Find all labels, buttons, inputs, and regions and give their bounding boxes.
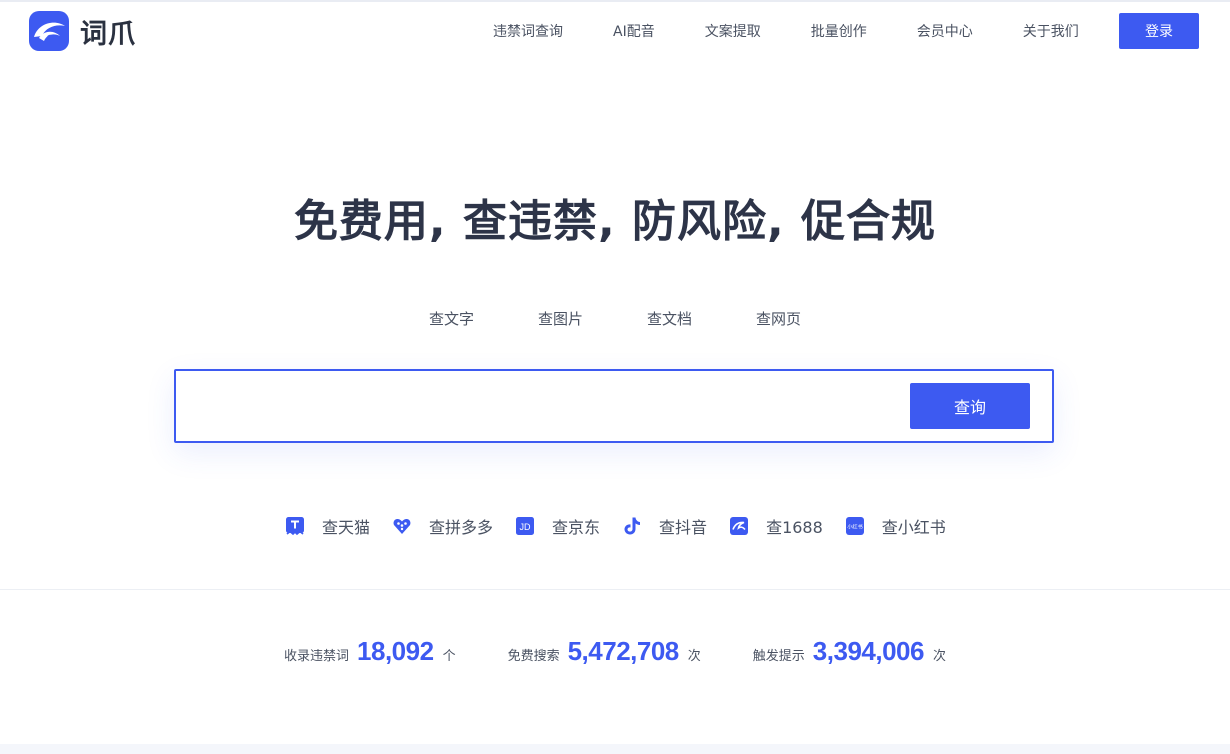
stats-bar: 收录违禁词 18,092 个 免费搜索 5,472,708 次 触发提示 3,3… bbox=[0, 636, 1230, 676]
platform-pinduoduo-label: 查拼多多 bbox=[429, 518, 494, 537]
nav-item-batch-create[interactable]: 批量创作 bbox=[786, 21, 892, 41]
xiaohongshu-icon: 小红书 bbox=[845, 516, 865, 536]
tab-webpage[interactable]: 查网页 bbox=[756, 308, 801, 329]
stat-free-searches: 免费搜索 5,472,708 次 bbox=[508, 636, 701, 667]
section-divider bbox=[0, 589, 1230, 590]
main-nav: 违禁词查询 AI配音 文案提取 批量创作 会员中心 关于我们 bbox=[468, 2, 1104, 60]
search-input[interactable] bbox=[190, 385, 900, 429]
brand-logo-icon bbox=[29, 11, 69, 51]
platform-1688[interactable]: 查1688 bbox=[729, 514, 823, 538]
stat-label: 收录违禁词 bbox=[284, 649, 350, 664]
nav-item-text-extract[interactable]: 文案提取 bbox=[680, 21, 786, 41]
stat-value: 3,394,006 bbox=[812, 636, 925, 666]
platform-tmall-label: 查天猫 bbox=[322, 518, 371, 537]
stat-triggered-alerts: 触发提示 3,394,006 次 bbox=[753, 636, 946, 667]
tmall-icon bbox=[285, 516, 305, 536]
stat-label: 免费搜索 bbox=[507, 649, 560, 664]
stat-value: 5,472,708 bbox=[567, 636, 680, 666]
stat-value: 18,092 bbox=[357, 636, 434, 666]
platform-pinduoduo[interactable]: 查拼多多 bbox=[392, 514, 493, 538]
tab-text[interactable]: 查文字 bbox=[429, 308, 474, 329]
platform-douyin[interactable]: 查抖音 bbox=[622, 514, 707, 538]
douyin-icon bbox=[622, 516, 642, 536]
stat-unit: 次 bbox=[932, 649, 946, 664]
1688-icon bbox=[729, 516, 749, 536]
stat-unit: 个 bbox=[442, 649, 456, 664]
stat-unit: 次 bbox=[687, 649, 701, 664]
logo[interactable]: 词爪 bbox=[29, 11, 136, 51]
platform-1688-label: 查1688 bbox=[766, 518, 823, 537]
nav-item-prohibited-word-check[interactable]: 违禁词查询 bbox=[468, 21, 588, 41]
nav-item-member-center[interactable]: 会员中心 bbox=[892, 21, 998, 41]
pinduoduo-icon bbox=[392, 516, 412, 536]
brand-name: 词爪 bbox=[80, 18, 136, 50]
nav-item-ai-voice[interactable]: AI配音 bbox=[588, 21, 680, 41]
xiaohongshu-icon-text: 小红书 bbox=[847, 523, 863, 531]
jd-icon-text: JD bbox=[520, 522, 532, 532]
platform-xiaohongshu-label: 查小红书 bbox=[881, 518, 946, 537]
search-box: 查询 bbox=[174, 369, 1054, 443]
tab-image[interactable]: 查图片 bbox=[538, 308, 583, 329]
platform-tmall[interactable]: 查天猫 bbox=[285, 514, 370, 538]
tab-document[interactable]: 查文档 bbox=[647, 308, 692, 329]
login-button[interactable]: 登录 bbox=[1119, 13, 1199, 49]
platform-douyin-label: 查抖音 bbox=[659, 518, 708, 537]
platform-jd[interactable]: JD 查京东 bbox=[515, 514, 600, 538]
hero-title: 免费用, 查违禁, 防风险, 促合规 bbox=[293, 196, 937, 247]
platform-links: 查天猫 查拼多多 JD 查京东 查抖音 查1688 小红书 查小红书 bbox=[285, 513, 968, 539]
nav-item-about-us[interactable]: 关于我们 bbox=[998, 21, 1104, 41]
platform-jd-label: 查京东 bbox=[552, 518, 601, 537]
jd-icon: JD bbox=[515, 516, 535, 536]
search-button[interactable]: 查询 bbox=[910, 383, 1030, 429]
top-header: 词爪 违禁词查询 AI配音 文案提取 批量创作 会员中心 关于我们 登录 bbox=[0, 2, 1230, 60]
stat-label: 触发提示 bbox=[752, 649, 805, 664]
stat-collected-words: 收录违禁词 18,092 个 bbox=[284, 636, 456, 667]
platform-xiaohongshu[interactable]: 小红书 查小红书 bbox=[845, 514, 946, 538]
search-type-tabs: 查文字 查图片 查文档 查网页 bbox=[0, 308, 1230, 329]
footer-band bbox=[0, 744, 1230, 754]
